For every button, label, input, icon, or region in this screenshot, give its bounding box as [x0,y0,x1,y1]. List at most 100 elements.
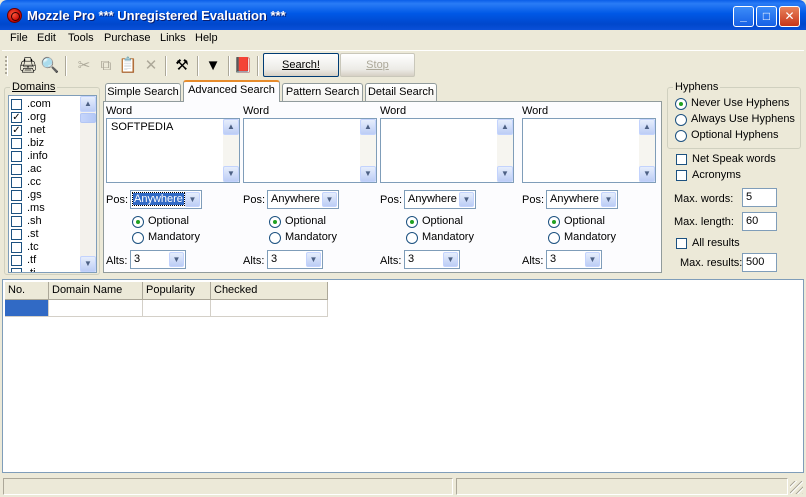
scroll-down-icon[interactable]: ▼ [223,166,239,182]
scroll-down-icon[interactable]: ▼ [497,166,513,182]
word-group-b-textarea[interactable]: ▲ ▼ [243,118,377,183]
chevron-down-icon[interactable]: ▼ [601,192,616,207]
table-cell[interactable] [211,300,328,317]
results-grid[interactable]: No. Domain Name Popularity Checked [2,279,804,473]
tab-advanced-search[interactable]: Advanced Search [183,80,280,102]
table-cell[interactable] [49,300,143,317]
hyphen-option-radio[interactable] [675,98,687,110]
scroll-up-icon[interactable]: ▲ [80,96,96,112]
search-button[interactable]: Search! [263,53,339,77]
max-results-input[interactable]: 500 [742,253,777,272]
delete-icon[interactable]: ✕ [141,56,161,76]
domain-checkbox[interactable] [11,164,22,175]
domain-checkbox[interactable] [11,255,22,266]
word-group-d-pos-select[interactable]: Anywhere ▼ [546,190,618,209]
column-header-no[interactable]: No. [5,282,49,300]
hyphen-option-radio[interactable] [675,114,687,126]
scroll-down-icon[interactable]: ▼ [80,256,96,272]
chevron-down-icon[interactable]: ▼ [443,252,458,267]
resize-grip[interactable] [790,481,803,494]
hyphen-option-radio[interactable] [675,130,687,142]
print-preview-icon[interactable]: 🔍 [40,56,60,76]
column-header-domain-name[interactable]: Domain Name [49,282,143,300]
domain-checkbox[interactable] [11,229,22,240]
domains-list[interactable]: .com ✓ .org ✓ .net .biz .info .ac .cc .gs .ms .sh .s… [8,95,97,273]
cut-icon[interactable]: ✂ [74,56,94,76]
scroll-up-icon[interactable]: ▲ [639,119,655,135]
menu-purchase[interactable]: Purchase [104,32,150,44]
word-group-a-alts-select[interactable]: 3 ▼ [130,250,186,269]
word-group-c-scrollbar[interactable]: ▲ ▼ [497,119,513,182]
word-group-a-scrollbar[interactable]: ▲ ▼ [223,119,239,182]
scroll-thumb[interactable] [80,113,96,123]
word-group-d-scrollbar[interactable]: ▲ ▼ [639,119,655,182]
domain-checkbox[interactable] [11,99,22,110]
domain-checkbox[interactable]: ✓ [11,125,22,136]
print-icon[interactable]: 🖨 [18,56,38,76]
app-logo-icon[interactable] [7,8,22,23]
table-cell[interactable] [143,300,211,317]
domain-checkbox[interactable] [11,177,22,188]
minimize-button[interactable]: _ [733,6,754,27]
word-group-a-mandatory-radio[interactable] [132,232,144,244]
column-header-popularity[interactable]: Popularity [143,282,211,300]
word-group-b-alts-select[interactable]: 3 ▼ [267,250,323,269]
net-speak-checkbox[interactable] [676,154,687,165]
close-button[interactable]: ✕ [779,6,800,27]
menu-links[interactable]: Links [160,32,186,44]
word-group-c-pos-select[interactable]: Anywhere ▼ [404,190,476,209]
tab-detail-search[interactable]: Detail Search [365,83,437,101]
word-group-d-optional-radio[interactable] [548,216,560,228]
domain-checkbox[interactable] [11,190,22,201]
domain-checkbox[interactable] [11,242,22,253]
chevron-down-icon[interactable]: ▼ [459,192,474,207]
max-length-input[interactable]: 60 [742,212,777,231]
filter-icon[interactable]: ▼ [203,56,223,76]
menu-edit[interactable]: Edit [37,32,56,44]
scroll-up-icon[interactable]: ▲ [223,119,239,135]
word-group-c-textarea[interactable]: ▲ ▼ [380,118,514,183]
max-words-input[interactable]: 5 [742,188,777,207]
scroll-up-icon[interactable]: ▲ [360,119,376,135]
all-results-checkbox[interactable] [676,238,687,249]
maximize-button[interactable]: □ [756,6,777,27]
word-group-d-alts-select[interactable]: 3 ▼ [546,250,602,269]
menu-tools[interactable]: Tools [68,32,94,44]
domain-checkbox[interactable] [11,138,22,149]
book-icon[interactable]: 📕 [233,56,253,76]
column-header-checked[interactable]: Checked [211,282,328,300]
scroll-down-icon[interactable]: ▼ [360,166,376,182]
paste-icon[interactable]: 📋 [118,56,138,76]
stop-button[interactable]: Stop [340,53,415,77]
word-group-d-textarea[interactable]: ▲ ▼ [522,118,656,183]
scroll-up-icon[interactable]: ▲ [497,119,513,135]
word-group-b-pos-select[interactable]: Anywhere ▼ [267,190,339,209]
chevron-down-icon[interactable]: ▼ [185,192,200,207]
word-group-b-optional-radio[interactable] [269,216,281,228]
domain-checkbox[interactable] [11,151,22,162]
domains-scrollbar[interactable]: ▲ ▼ [80,96,96,272]
domain-checkbox[interactable]: ✓ [11,112,22,123]
word-group-b-mandatory-radio[interactable] [269,232,281,244]
acronyms-checkbox[interactable] [676,170,687,181]
word-group-b-scrollbar[interactable]: ▲ ▼ [360,119,376,182]
word-group-d-mandatory-radio[interactable] [548,232,560,244]
table-cell-selected[interactable] [5,300,49,317]
word-group-a-pos-select[interactable]: Anywhere ▼ [130,190,202,209]
menu-help[interactable]: Help [195,32,218,44]
chevron-down-icon[interactable]: ▼ [169,252,184,267]
word-group-c-alts-select[interactable]: 3 ▼ [404,250,460,269]
word-group-a-textarea[interactable]: SOFTPEDIA ▲ ▼ [106,118,240,183]
title-bar[interactable]: Mozzle Pro *** Unregistered Evaluation *… [0,0,806,30]
word-group-a-optional-radio[interactable] [132,216,144,228]
chevron-down-icon[interactable]: ▼ [306,252,321,267]
tools-icon[interactable]: ⚒ [172,56,192,76]
scroll-down-icon[interactable]: ▼ [639,166,655,182]
tab-simple-search[interactable]: Simple Search [105,83,181,101]
word-group-c-optional-radio[interactable] [406,216,418,228]
domain-checkbox[interactable] [11,203,22,214]
tab-pattern-search[interactable]: Pattern Search [282,83,363,101]
chevron-down-icon[interactable]: ▼ [585,252,600,267]
copy-icon[interactable]: ⧉ [96,56,116,76]
menu-file[interactable]: File [10,32,28,44]
